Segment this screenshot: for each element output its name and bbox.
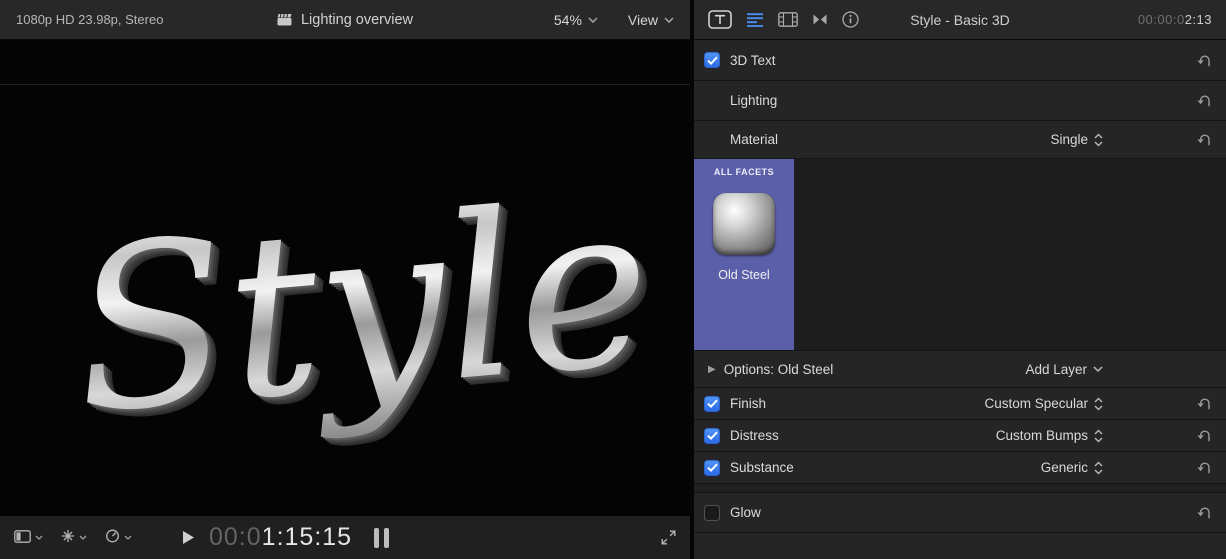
row-substance: Substance Generic [694,452,1226,484]
chevron-down-icon [35,535,43,540]
transition-tab-icon[interactable] [812,13,828,26]
substance-checkbox[interactable] [704,460,720,476]
hud-icon [61,529,75,546]
chevron-down-icon [79,535,87,540]
inspector-title: Style - Basic 3D [910,12,1010,28]
fullscreen-button[interactable] [661,530,676,545]
finish-label: Finish [730,396,766,411]
reset-lighting-button[interactable] [1197,94,1212,107]
add-layer-popup[interactable]: Add Layer [1025,362,1103,377]
text-format-tab-icon[interactable] [746,13,764,27]
project-pane-toggle[interactable] [14,530,43,546]
row-material-options: ▶ Options: Old Steel Add Layer [694,351,1226,388]
zoom-popup[interactable]: 54% [554,12,598,28]
material-swatch-strip: ALL FACETS Old Steel [694,159,1226,351]
chevron-down-icon [664,17,674,23]
transport-bar: 00:01:15:15 [0,515,690,559]
3d-text-label: 3D Text [730,53,776,68]
row-material: Material Single [694,121,1226,159]
text-tab-icon[interactable] [708,10,732,29]
current-timecode[interactable]: 00:01:15:15 [209,523,352,552]
audio-meters [374,528,389,548]
timecode-bright: 1:15:15 [262,523,352,551]
viewer-toolbar: 1080p HD 23.98p, Stereo Lighting overvie… [0,0,690,40]
chevron-down-icon [1093,366,1103,372]
substance-label: Substance [730,460,794,475]
audio-meter-left [374,528,379,548]
zoom-value: 54% [554,12,582,28]
finish-popup[interactable]: Custom Specular [984,396,1103,411]
retime-gauge-icon [105,529,120,546]
inspector-toolbar: Style - Basic 3D 00:00:02:13 [694,0,1226,40]
video-tab-icon[interactable] [778,12,798,27]
hud-toggle[interactable] [61,529,87,546]
reset-substance-button[interactable] [1197,461,1212,474]
up-down-chevrons-icon [1094,397,1103,411]
glow-checkbox[interactable] [704,505,720,521]
svg-text:Style: Style [63,153,660,464]
row-glow: Glow [694,493,1226,533]
up-down-chevrons-icon [1094,429,1103,443]
project-pane-icon [14,530,31,546]
timecode-dim: 00:0 [209,523,262,551]
glow-label: Glow [730,505,761,520]
app-window: 1080p HD 23.98p, Stereo Lighting overvie… [0,0,1226,559]
section-gap [694,484,1226,493]
project-title: Lighting overview [301,12,413,28]
play-button[interactable] [182,530,195,545]
lighting-label: Lighting [730,93,777,108]
view-label: View [628,12,658,28]
material-popup[interactable]: Single [1050,132,1103,147]
clapperboard-icon [277,13,292,26]
finish-checkbox[interactable] [704,396,720,412]
reset-3d-text-button[interactable] [1197,54,1212,67]
substance-popup[interactable]: Generic [1041,460,1103,475]
material-sphere-preview [713,193,775,255]
row-distress: Distress Custom Bumps [694,420,1226,452]
up-down-chevrons-icon [1094,461,1103,475]
options-label: Options: Old Steel [724,362,834,377]
distress-checkbox[interactable] [704,428,720,444]
3d-text-checkbox[interactable] [704,52,720,68]
distress-label: Distress [730,428,779,443]
row-3d-text: 3D Text [694,40,1226,81]
row-lighting: Lighting [694,81,1226,121]
3d-style-text: Style Style Style Style Style [0,40,690,515]
up-down-chevrons-icon [1094,133,1103,147]
material-label: Material [730,132,778,147]
distress-popup[interactable]: Custom Bumps [996,428,1103,443]
viewer-canvas[interactable]: Style Style Style Style Style [0,40,690,515]
info-tab-icon[interactable] [842,11,859,28]
audio-meter-right [384,528,389,548]
project-title-menu[interactable]: Lighting overview [277,12,413,28]
inspector-timecode: 00:00:02:13 [1138,12,1212,27]
material-name: Old Steel [718,268,769,282]
format-info: 1080p HD 23.98p, Stereo [16,12,163,27]
timing-pane-toggle[interactable] [105,529,132,546]
reset-material-button[interactable] [1197,133,1212,146]
reset-glow-button[interactable] [1197,506,1212,519]
view-popup[interactable]: View [628,12,674,28]
reset-finish-button[interactable] [1197,397,1212,410]
reset-distress-button[interactable] [1197,429,1212,442]
row-finish: Finish Custom Specular [694,388,1226,420]
inspector-pane: Style - Basic 3D 00:00:02:13 3D Text Lig… [694,0,1226,559]
all-facets-label: ALL FACETS [714,167,774,177]
disclosure-triangle-icon[interactable]: ▶ [708,364,716,375]
material-swatch-old-steel[interactable]: ALL FACETS Old Steel [694,159,794,350]
viewer-pane: 1080p HD 23.98p, Stereo Lighting overvie… [0,0,690,559]
chevron-down-icon [588,17,598,23]
chevron-down-icon [124,535,132,540]
